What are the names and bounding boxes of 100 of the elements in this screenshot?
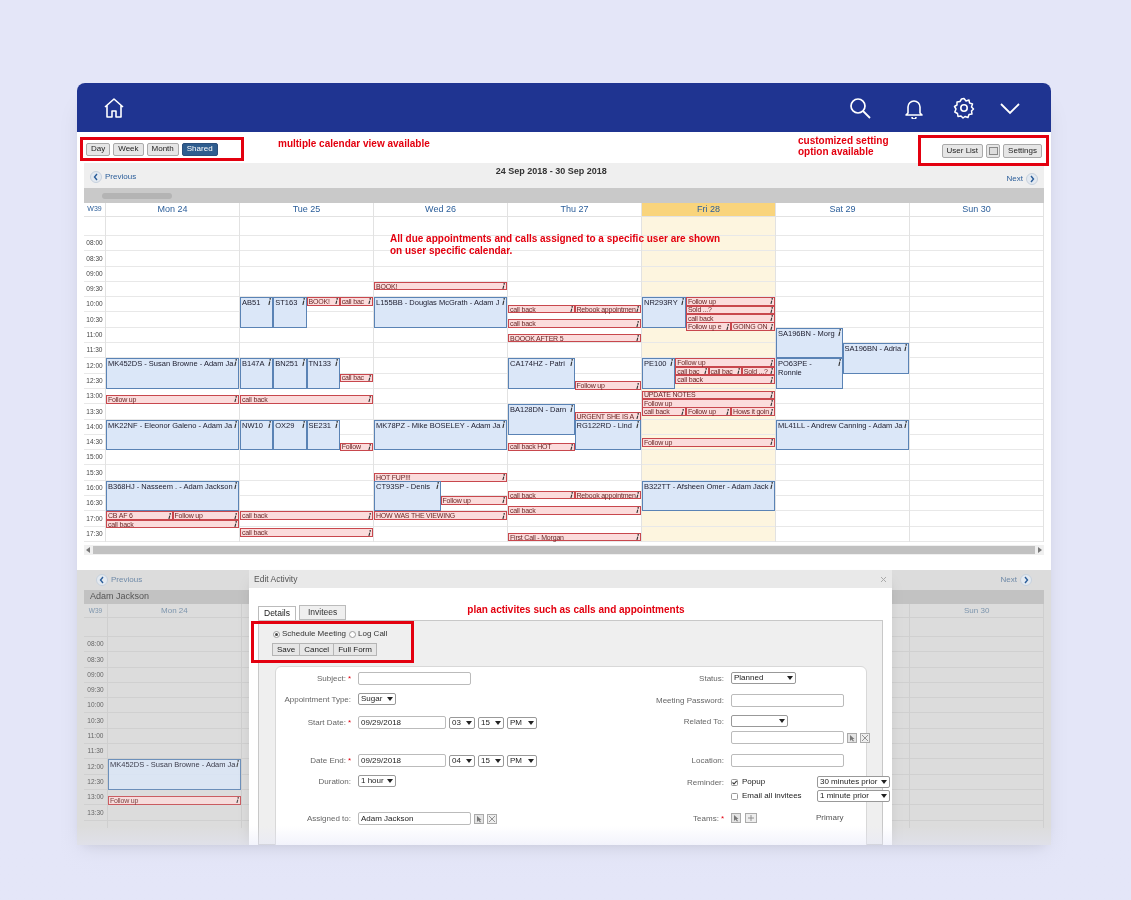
info-icon[interactable] — [502, 497, 505, 504]
input-field[interactable] — [358, 672, 471, 685]
info-icon[interactable] — [569, 306, 573, 313]
cursor-icon[interactable] — [731, 813, 741, 823]
info-icon[interactable] — [268, 420, 272, 428]
info-icon[interactable] — [636, 492, 639, 498]
info-icon[interactable] — [770, 323, 773, 330]
clear-icon[interactable] — [487, 813, 497, 824]
select-field[interactable]: Sugar — [358, 693, 396, 705]
info-icon[interactable] — [569, 359, 573, 367]
info-icon[interactable] — [334, 359, 338, 367]
info-icon[interactable] — [770, 439, 773, 446]
info-icon[interactable] — [234, 396, 237, 403]
info-icon[interactable] — [770, 315, 773, 322]
radio-button[interactable] — [349, 630, 357, 638]
info-icon[interactable] — [904, 344, 907, 352]
info-icon[interactable] — [268, 298, 272, 306]
select-field[interactable]: 04 — [449, 754, 475, 767]
info-icon[interactable] — [235, 760, 239, 768]
info-icon[interactable] — [636, 413, 639, 420]
info-icon[interactable] — [502, 283, 505, 290]
select-field[interactable]: 15 — [478, 716, 504, 729]
view-tab[interactable]: Week — [113, 142, 144, 156]
info-icon[interactable] — [569, 492, 573, 498]
info-icon[interactable] — [770, 391, 773, 398]
settings-button[interactable]: Settings — [1003, 143, 1042, 158]
select-field[interactable]: 1 hour — [358, 775, 396, 787]
info-icon[interactable] — [636, 507, 639, 514]
info-icon[interactable] — [234, 359, 237, 367]
info-icon[interactable] — [502, 420, 505, 428]
info-icon[interactable] — [636, 382, 639, 389]
input-field[interactable] — [731, 694, 844, 707]
select-field[interactable]: 1 minute prior — [817, 790, 890, 802]
info-icon[interactable] — [502, 474, 505, 481]
info-icon[interactable] — [770, 359, 773, 366]
select-field[interactable]: PM — [507, 754, 537, 767]
info-icon[interactable] — [770, 400, 773, 407]
input-field[interactable]: Adam Jackson — [358, 812, 471, 825]
form-button[interactable]: Save — [272, 643, 301, 656]
info-icon[interactable] — [703, 368, 707, 375]
info-icon[interactable] — [301, 420, 305, 428]
view-tab[interactable]: Month — [146, 142, 179, 156]
select-field[interactable]: Planned — [731, 672, 796, 684]
info-icon[interactable] — [770, 376, 773, 383]
form-button[interactable]: Cancel — [299, 643, 335, 656]
info-icon[interactable] — [726, 323, 730, 330]
select-field[interactable]: 30 minutes prior — [817, 776, 890, 788]
input-field[interactable] — [731, 731, 844, 744]
search-icon[interactable] — [849, 96, 871, 119]
info-icon[interactable] — [301, 359, 305, 367]
cursor-icon[interactable] — [474, 813, 484, 824]
info-icon[interactable] — [569, 443, 573, 450]
info-icon[interactable] — [167, 512, 171, 519]
input-field[interactable]: 09/29/2018 — [358, 716, 446, 729]
info-icon[interactable] — [636, 335, 639, 342]
info-icon[interactable] — [268, 359, 272, 367]
info-icon[interactable] — [234, 512, 237, 519]
info-icon[interactable] — [670, 359, 674, 367]
clear-icon[interactable] — [860, 732, 870, 743]
info-icon[interactable] — [368, 443, 371, 450]
day-header[interactable]: Tue 25 — [240, 203, 374, 216]
view-tab[interactable]: Day — [86, 142, 111, 156]
horizontal-scrollbar[interactable] — [84, 545, 1044, 555]
select-field[interactable]: 15 — [478, 754, 504, 767]
info-icon[interactable] — [234, 420, 237, 428]
select-field[interactable]: 03 — [449, 716, 475, 729]
settings-icon[interactable] — [953, 96, 975, 119]
checkbox[interactable] — [731, 792, 738, 800]
info-icon[interactable] — [736, 368, 740, 375]
info-icon[interactable] — [234, 481, 237, 489]
info-icon[interactable] — [770, 306, 773, 313]
info-icon[interactable] — [636, 420, 639, 428]
info-icon[interactable] — [334, 298, 338, 305]
select-field[interactable] — [731, 715, 788, 727]
info-icon[interactable] — [770, 481, 773, 489]
scrollbar-thumb[interactable] — [93, 546, 1035, 554]
input-field[interactable]: 09/29/2018 — [358, 754, 446, 767]
info-icon[interactable] — [904, 420, 907, 428]
info-icon[interactable] — [368, 374, 371, 381]
view-tab[interactable]: Shared — [181, 142, 218, 156]
radio-button[interactable] — [273, 630, 280, 638]
previous-link[interactable]: Previous — [90, 171, 137, 183]
checkbox[interactable] — [731, 778, 738, 786]
info-icon[interactable] — [435, 481, 439, 489]
info-icon[interactable] — [334, 420, 338, 428]
day-header[interactable]: Sun 30 — [910, 203, 1044, 216]
info-icon[interactable] — [770, 408, 773, 415]
info-icon[interactable] — [680, 408, 684, 415]
home-icon[interactable] — [103, 96, 125, 119]
user-list-button[interactable]: User List — [941, 143, 984, 158]
scroll-left-icon[interactable] — [86, 547, 91, 553]
info-icon[interactable] — [837, 359, 841, 367]
day-header[interactable]: Fri 28 — [642, 203, 776, 216]
day-header[interactable]: Mon 24 — [106, 203, 240, 216]
next-link[interactable]: Next — [1006, 173, 1038, 185]
dialog-tab[interactable]: Invitees — [299, 605, 347, 620]
info-icon[interactable] — [301, 298, 305, 306]
info-icon[interactable] — [368, 529, 371, 536]
day-header[interactable]: Sat 29 — [776, 203, 910, 216]
info-icon[interactable] — [770, 368, 773, 375]
